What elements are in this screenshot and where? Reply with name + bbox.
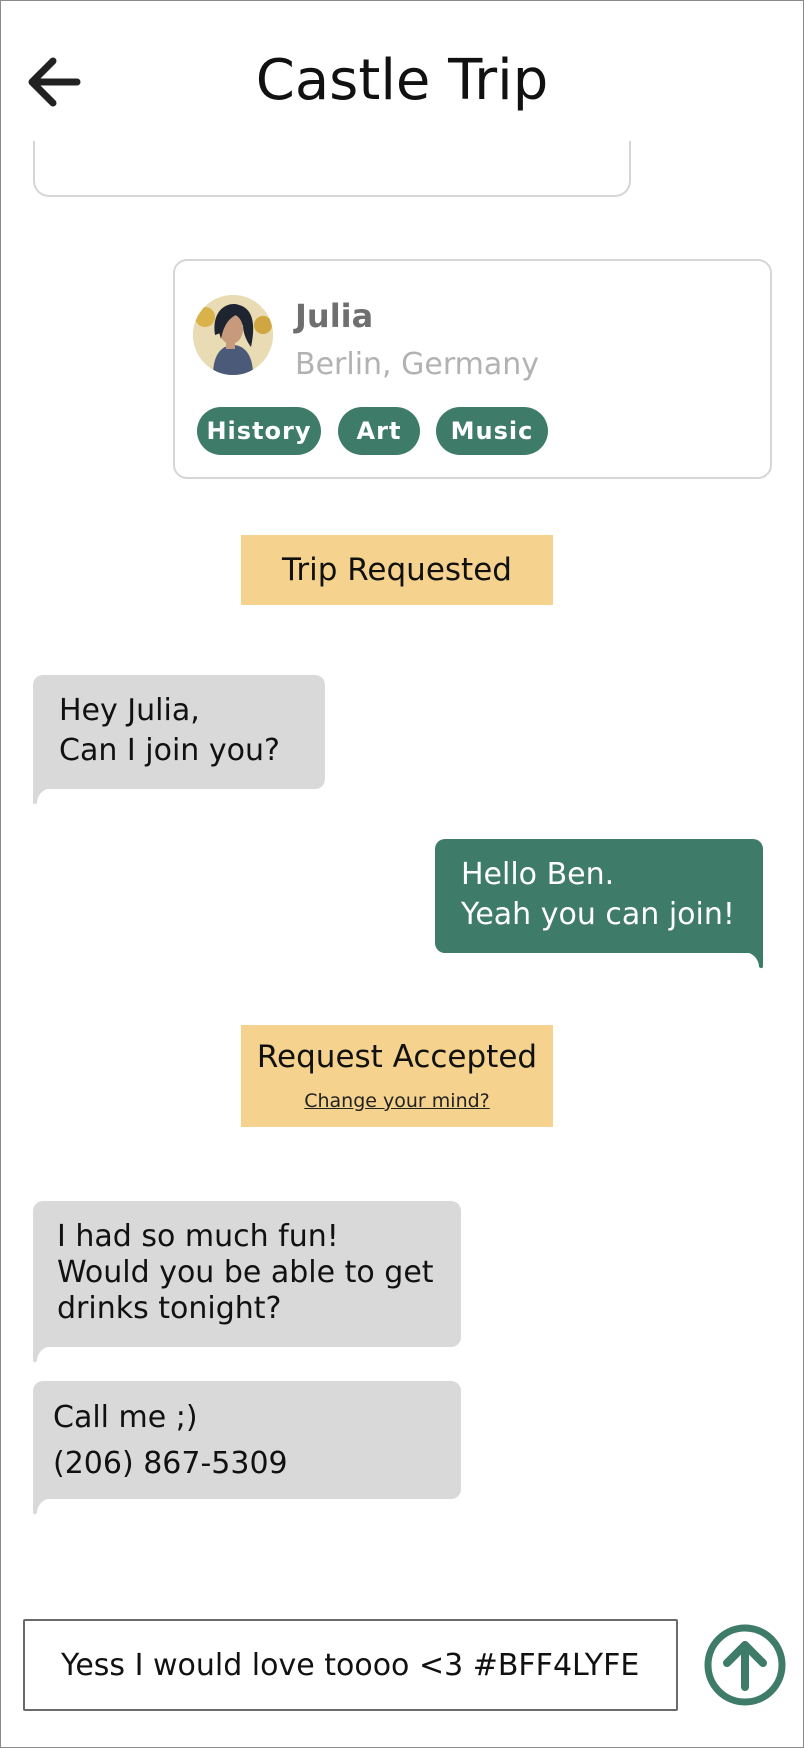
page-title: Castle Trip — [255, 48, 549, 113]
message-outgoing: Hello Ben. Yeah you can join! — [435, 839, 763, 953]
tag-history: History — [197, 407, 321, 455]
avatar — [193, 295, 273, 375]
tag-music: Music — [436, 407, 548, 455]
bubble-tail — [33, 1499, 47, 1515]
status-banner-request-accepted: Request Accepted Change your mind? — [241, 1025, 553, 1127]
message-line: I had so much fun! — [57, 1219, 339, 1254]
message-incoming: Call me ;) (206) 867-5309 — [33, 1381, 461, 1499]
change-mind-link[interactable]: Change your mind? — [241, 1089, 553, 1113]
message-line: Can I join you? — [59, 733, 280, 768]
message-line: Call me ;) — [53, 1400, 198, 1435]
request-accepted-label: Request Accepted — [256, 1039, 538, 1075]
profile-card[interactable]: Julia Berlin, Germany History Art Music — [173, 259, 772, 479]
avatar-image — [193, 295, 273, 375]
profile-location: Berlin, Germany — [295, 347, 540, 382]
arrow-up-circle-icon — [704, 1624, 786, 1706]
send-button[interactable] — [703, 1623, 787, 1707]
message-incoming: I had so much fun! Would you be able to … — [33, 1201, 461, 1347]
bubble-tail — [33, 1347, 47, 1363]
message-line: Hello Ben. — [461, 857, 615, 892]
message-line: Would you be able to get — [57, 1255, 434, 1290]
message-line: drinks tonight? — [57, 1291, 282, 1326]
message-incoming: Hey Julia, Can I join you? — [33, 675, 325, 789]
bubble-tail — [33, 789, 47, 805]
profile-name: Julia — [295, 297, 374, 335]
message-line: (206) 867-5309 — [53, 1446, 288, 1481]
chat-screen: Castle Trip Julia Berlin, Germany Histor… — [0, 0, 804, 1748]
message-input[interactable] — [23, 1619, 678, 1711]
tag-art: Art — [338, 407, 420, 455]
message-line: Yeah you can join! — [461, 897, 735, 932]
previous-card — [33, 141, 631, 197]
bubble-tail — [749, 953, 763, 969]
status-banner-trip-requested: Trip Requested — [241, 535, 553, 605]
message-line: Hey Julia, — [59, 693, 200, 728]
